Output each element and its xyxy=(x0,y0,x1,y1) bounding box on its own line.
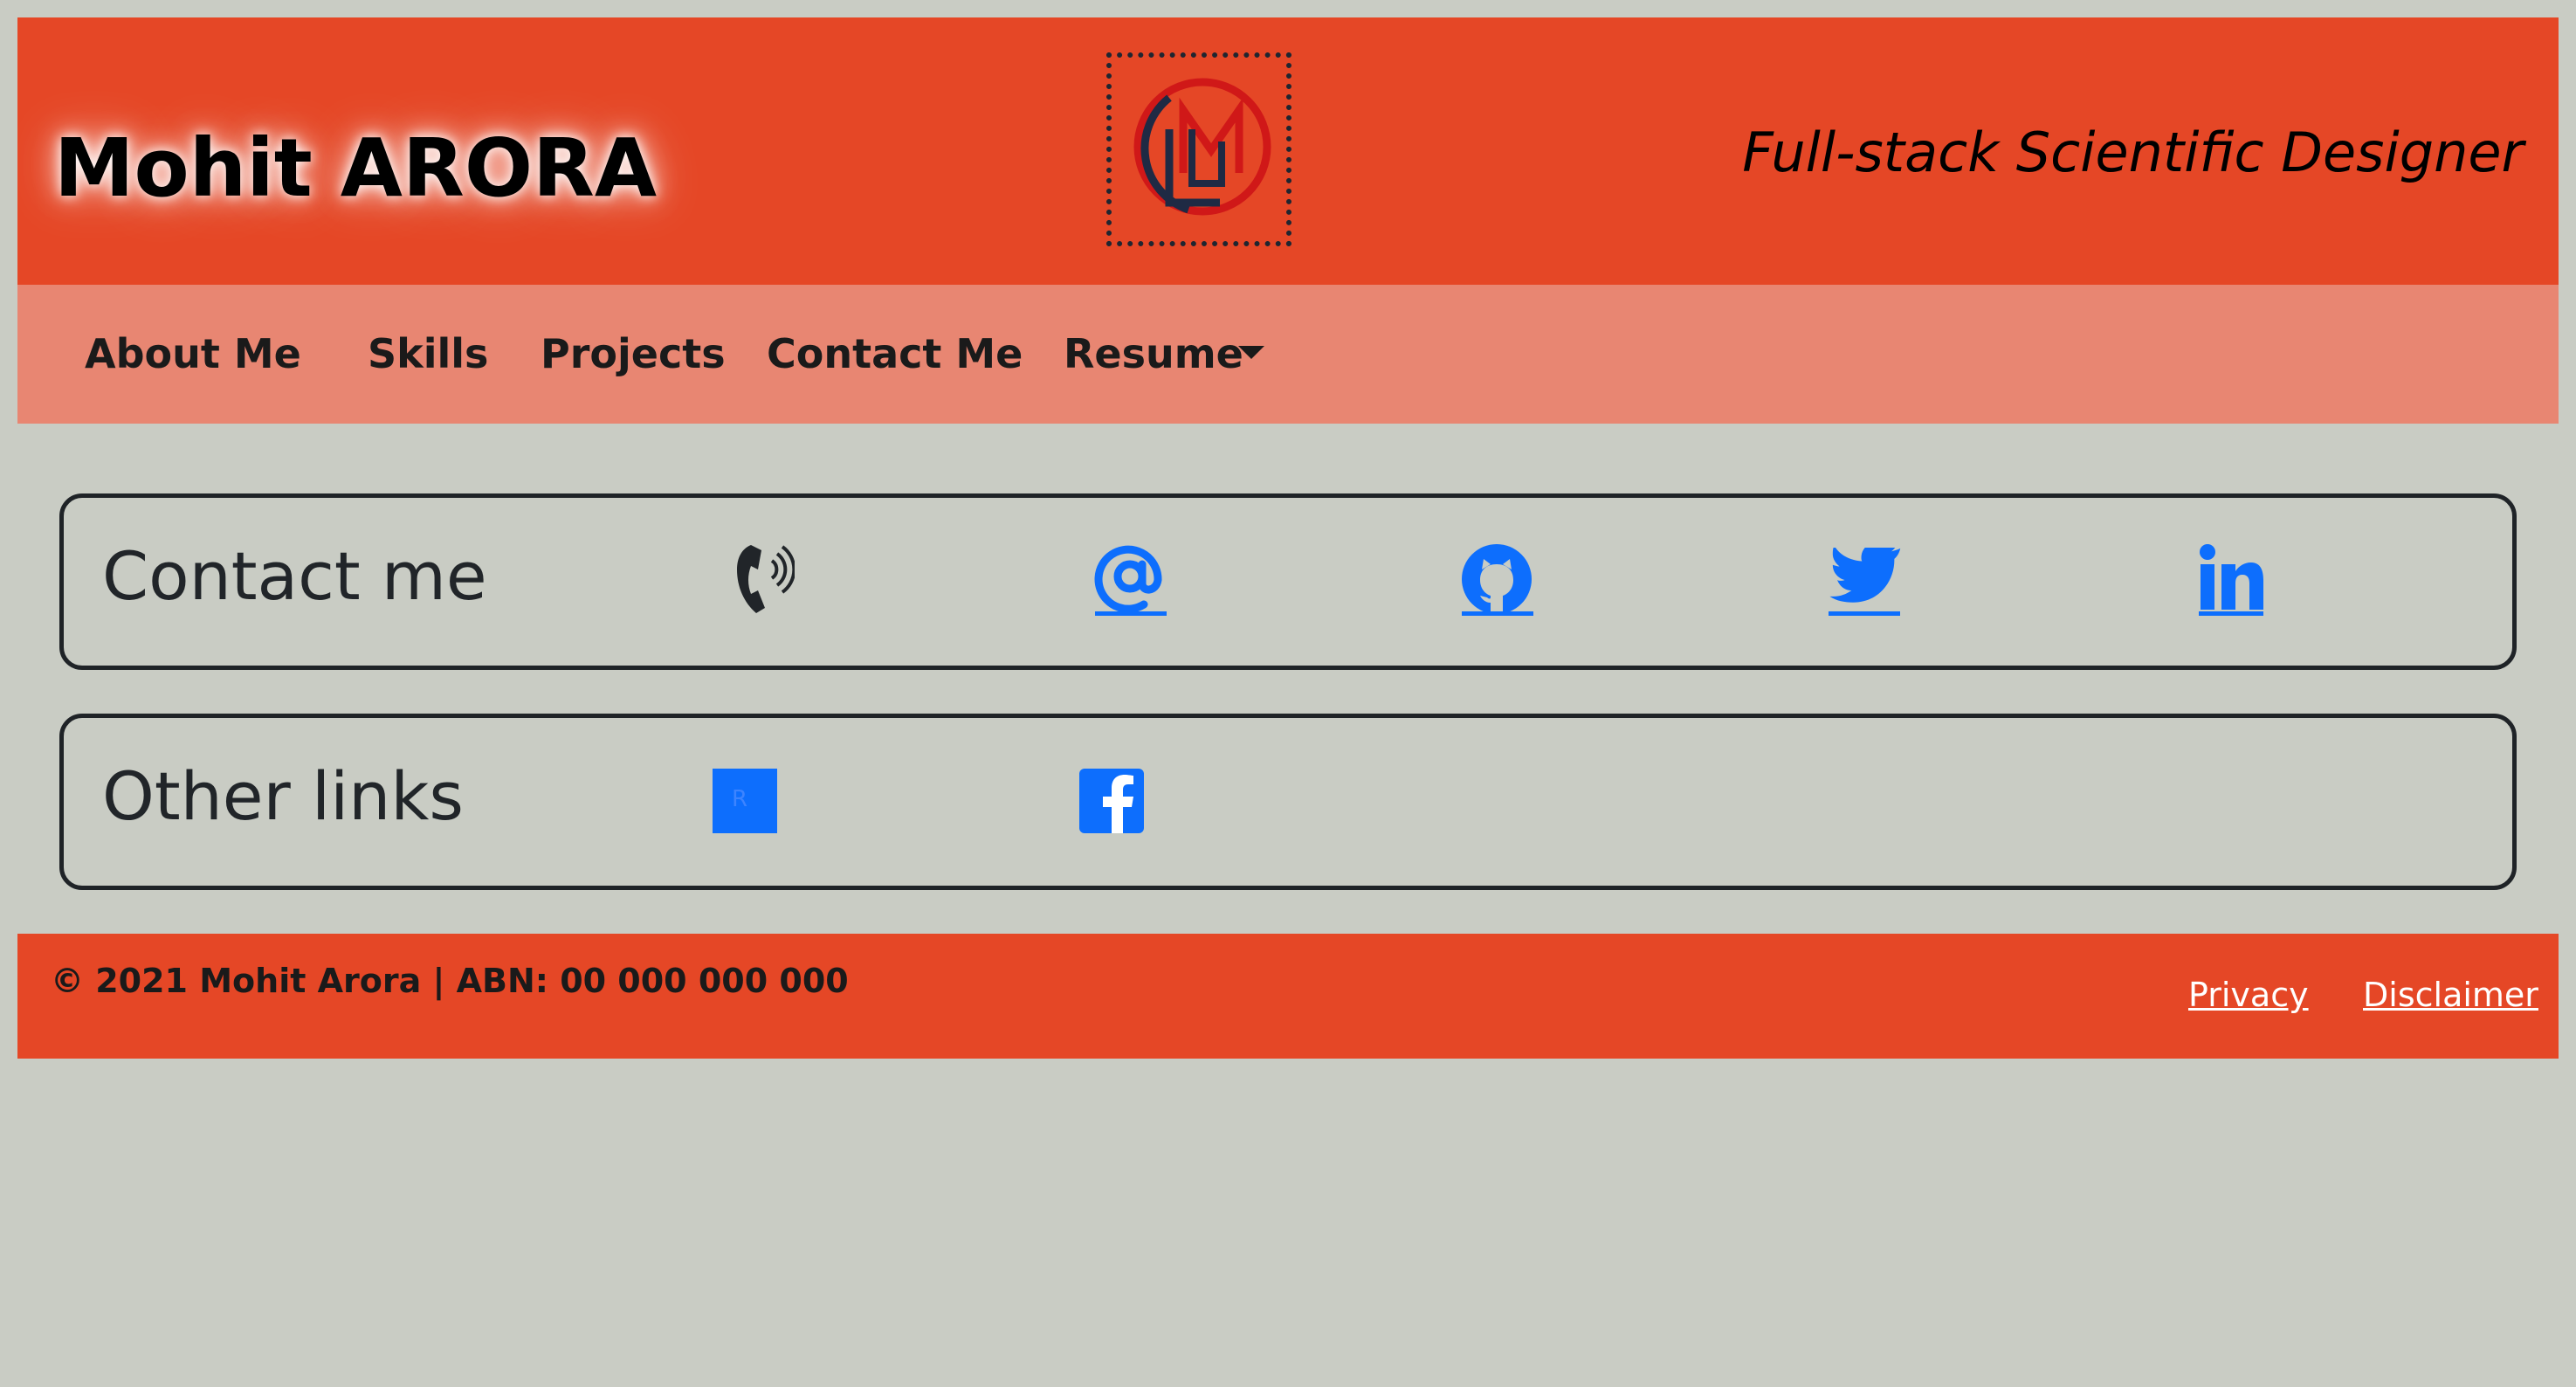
twitter-link-underline xyxy=(1829,611,1900,616)
nav-item-resume-dropdown[interactable]: Resume xyxy=(1064,285,1243,424)
github-link-underline xyxy=(1462,611,1533,616)
disclaimer-link[interactable]: Disclaimer xyxy=(2363,976,2538,1014)
site-header: Mohit ARORA Full-stack Scientific Design… xyxy=(17,17,2559,285)
site-footer: © 2021 Mohit Arora | ABN: 00 000 000 000… xyxy=(17,934,2559,1059)
email-link[interactable] xyxy=(1093,543,1167,613)
tagline: Full-stack Scientific Designer xyxy=(1742,121,2524,184)
facebook-link[interactable] xyxy=(1079,769,1144,833)
phone-link[interactable] xyxy=(732,542,795,617)
privacy-link[interactable]: Privacy xyxy=(2188,976,2309,1014)
github-link[interactable] xyxy=(1461,543,1533,615)
linkedin-link[interactable] xyxy=(2197,543,2265,611)
facebook-icon xyxy=(1079,769,1144,833)
site-title: Mohit ARORA xyxy=(54,121,658,215)
nav-item-about-me[interactable]: About Me xyxy=(85,285,301,424)
email-link-underline xyxy=(1095,611,1167,616)
researchgate-link[interactable]: R xyxy=(713,769,777,833)
logo-link[interactable] xyxy=(1106,52,1291,246)
nav-item-skills[interactable]: Skills xyxy=(368,285,488,424)
at-email-icon xyxy=(1094,545,1162,613)
nav-item-contact-me[interactable]: Contact Me xyxy=(767,285,1023,424)
contact-card-title: Contact me xyxy=(102,537,487,615)
lm-logo-icon xyxy=(1133,78,1271,216)
nav-item-projects[interactable]: Projects xyxy=(541,285,726,424)
phone-icon xyxy=(737,545,795,613)
other-links-card: Other links xyxy=(59,714,2517,890)
copyright-text: © 2021 Mohit Arora | ABN: 00 000 000 000 xyxy=(51,962,849,1000)
chevron-down-icon[interactable] xyxy=(1238,346,1264,359)
linkedin-link-underline xyxy=(2199,611,2263,616)
twitter-link[interactable] xyxy=(1827,548,1902,609)
linkedin-icon xyxy=(2200,544,2263,610)
other-links-card-title: Other links xyxy=(102,757,464,835)
contact-card: Contact me xyxy=(59,493,2517,670)
researchgate-icon: R xyxy=(732,786,748,812)
github-icon xyxy=(1462,544,1532,614)
twitter-icon xyxy=(1829,548,1901,603)
